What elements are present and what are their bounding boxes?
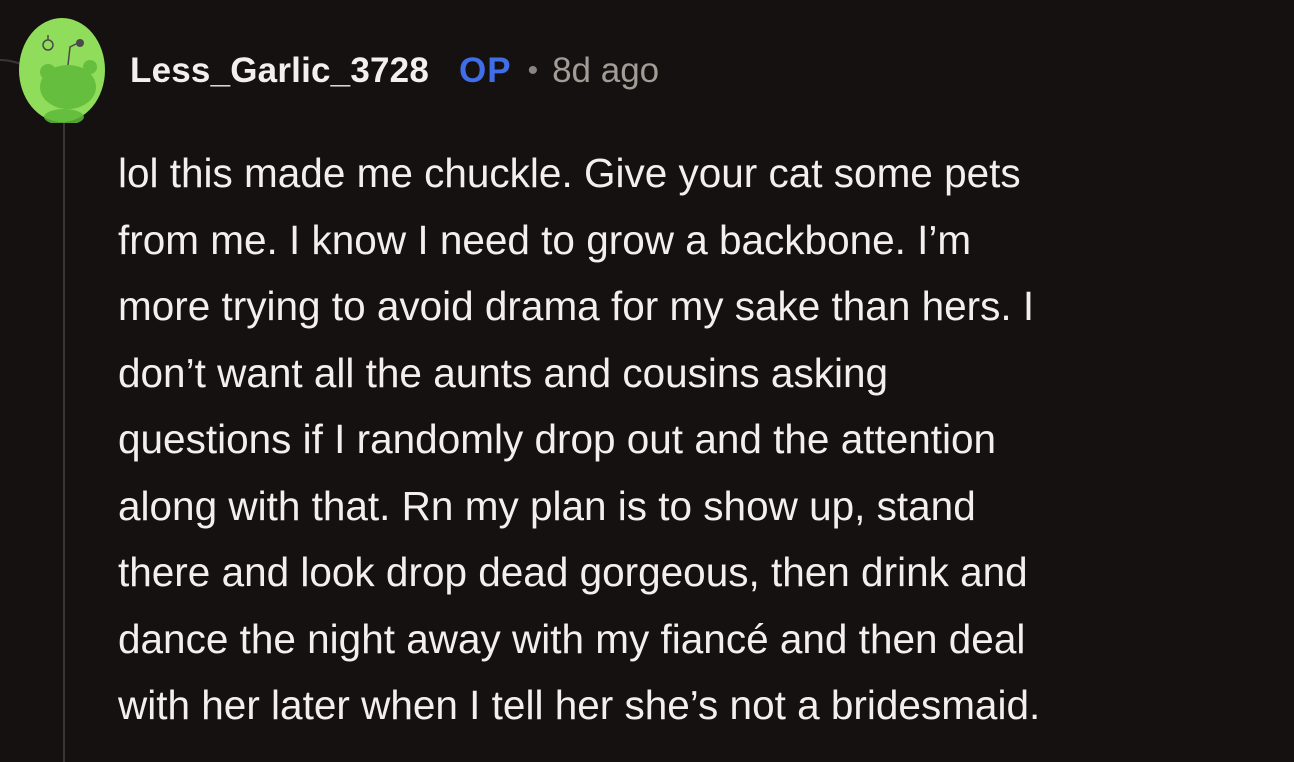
comment-line: along with that. Rn my plan is to show u… — [118, 482, 976, 529]
comment-line: more trying to avoid drama for my sake t… — [118, 283, 1035, 329]
comment-line: questions if I randomly drop out and the… — [118, 416, 997, 462]
snoo-avatar-icon[interactable] — [18, 17, 106, 123]
meta-separator: • — [527, 54, 539, 87]
op-badge: OP — [459, 51, 512, 90]
thread-line[interactable] — [63, 122, 65, 762]
comment-line: from me. I know I need to grow a backbon… — [118, 216, 972, 263]
comment: Less_Garlic_3728 OP • 8d ago lol this ma… — [0, 0, 1294, 762]
comment-line: don’t want all the aunts and cousins ask… — [118, 349, 888, 396]
comment-timestamp[interactable]: 8d ago — [552, 51, 659, 91]
username-link[interactable]: Less_Garlic_3728 — [130, 51, 429, 91]
comment-body: lol this made me chuckle. Give your cat … — [118, 140, 1268, 739]
comment-header: Less_Garlic_3728 OP • 8d ago — [130, 48, 659, 94]
comment-line: dance the night away with my fiancé and … — [118, 615, 1026, 662]
comment-line: with her later when I tell her she’s not… — [118, 682, 1041, 728]
comment-line: lol this made me chuckle. Give your cat … — [118, 150, 1021, 196]
comment-line: there and look drop dead gorgeous, then … — [118, 549, 1028, 595]
